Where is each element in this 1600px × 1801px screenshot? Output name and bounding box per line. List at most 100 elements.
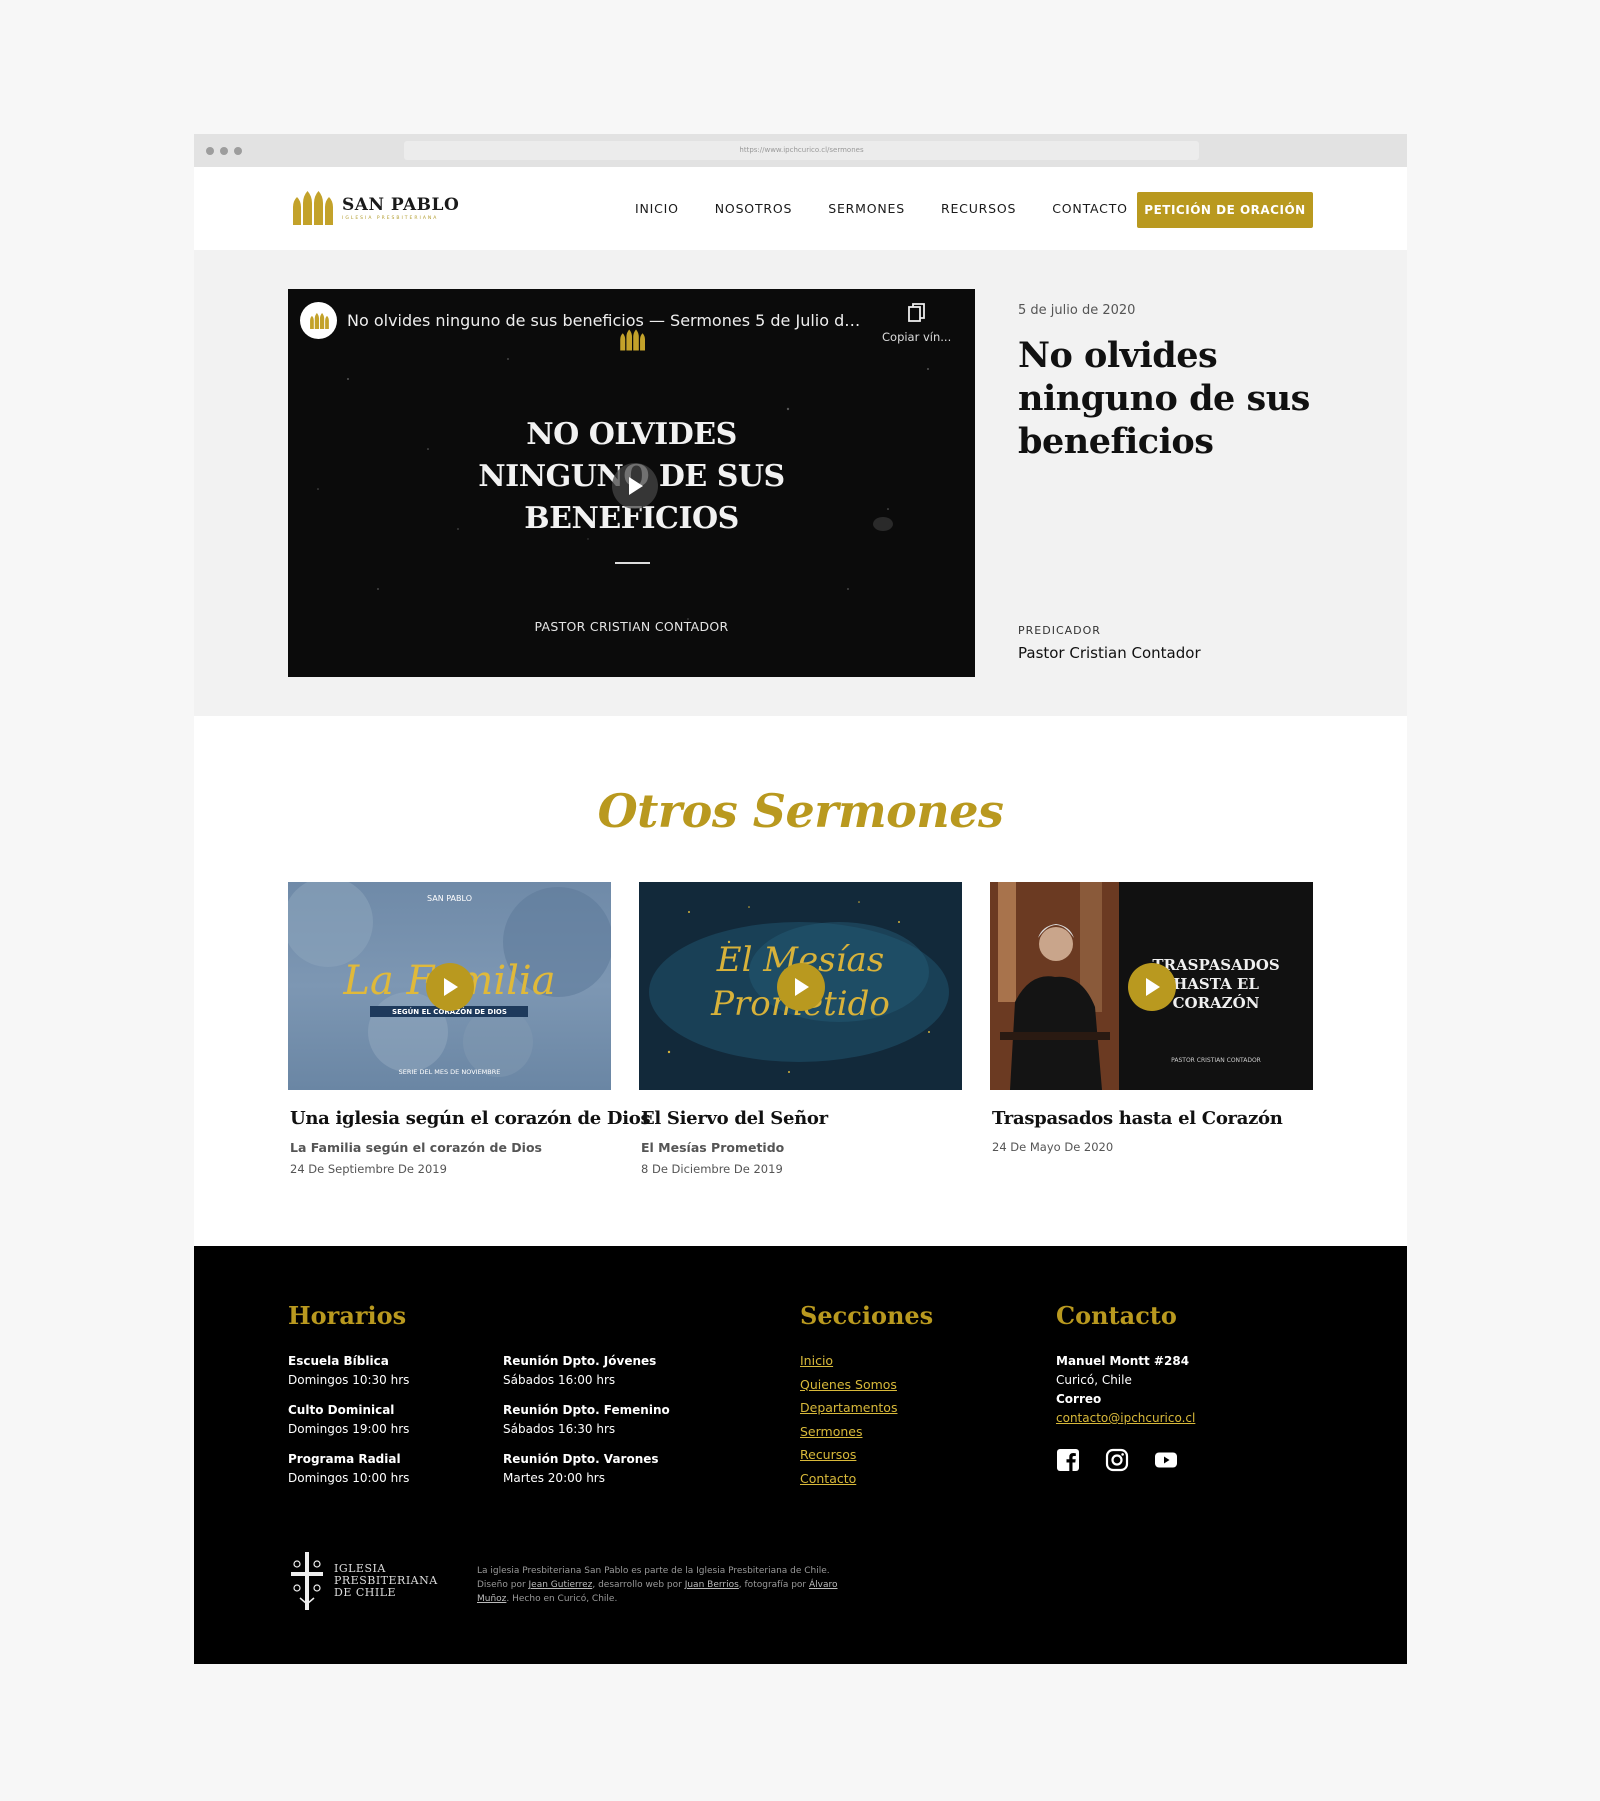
schedule-name: Reunión Dpto. Jóvenes (503, 1354, 657, 1368)
card-title[interactable]: El Siervo del Señor (641, 1108, 962, 1129)
credits-made: . Hecho en Curicó, Chile. (506, 1594, 618, 1604)
schedule-heading: Horarios (288, 1301, 407, 1330)
designer-link[interactable]: Jean Gutierrez (529, 1580, 593, 1590)
footer-link-contacto[interactable]: Contacto (800, 1470, 897, 1488)
video-logo-icon (620, 329, 645, 351)
contact-heading: Contacto (1056, 1301, 1177, 1330)
channel-avatar[interactable] (300, 302, 337, 339)
schedule-time: Martes 20:00 hrs (503, 1471, 605, 1485)
sermon-card[interactable]: TRASPASADOS HASTA EL CORAZÓN PASTOR CRIS… (990, 882, 1313, 1154)
schedule-name: Reunión Dpto. Varones (503, 1452, 659, 1466)
schedule-time: Domingos 10:30 hrs (288, 1373, 410, 1387)
social-links (1056, 1448, 1178, 1472)
other-sermons: Otros Sermones SAN PABLO La Familia SEGÚ… (194, 716, 1407, 1246)
sermon-title: No olvides ninguno de sus beneficios (1018, 335, 1310, 462)
schedule-item: Programa Radial Domingos 10:00 hrs (288, 1450, 409, 1488)
credits-dev: , desarrollo web por (592, 1580, 685, 1590)
play-icon (1146, 978, 1160, 996)
browser-chrome: https://www.ipchcurico.cl/sermones (194, 134, 1407, 167)
credits-line1: La iglesia Presbiteriana San Pablo es pa… (477, 1566, 830, 1576)
sermon-hero: No olvides ninguno de sus beneficios — S… (194, 250, 1407, 716)
cross-emblem-icon (291, 1552, 323, 1610)
developer-link[interactable]: Juan Berrios (685, 1580, 739, 1590)
footer-link-recursos[interactable]: Recursos (800, 1446, 897, 1464)
thumbnail-logo: SAN PABLO (427, 894, 472, 903)
video-title[interactable]: No olvides ninguno de sus beneficios — S… (347, 311, 867, 330)
thumbnail-foot: PASTOR CRISTIAN CONTADOR (1171, 1057, 1261, 1064)
card-date: 24 De Septiembre De 2019 (290, 1162, 447, 1176)
nav-inicio[interactable]: INICIO (635, 201, 679, 216)
sermon-thumbnail[interactable]: TRASPASADOS HASTA EL CORAZÓN PASTOR CRIS… (990, 882, 1313, 1090)
video-divider (615, 562, 650, 564)
sermon-date: 5 de julio de 2020 (1018, 303, 1136, 318)
play-icon (444, 978, 458, 996)
footer-link-sermones[interactable]: Sermones (800, 1423, 897, 1441)
logo-subtitle: IGLESIA PRESBITERIANA (342, 215, 439, 221)
other-sermons-title: Otros Sermones (597, 784, 1004, 838)
video-player[interactable]: No olvides ninguno de sus beneficios — S… (288, 289, 975, 677)
sermon-card[interactable]: SAN PABLO La Familia SEGÚN EL CORAZÓN DE… (288, 882, 651, 1176)
thumbnail-foot: SERIE DEL MES DE NOVIEMBRE (398, 1068, 501, 1076)
ipch-line3: DE CHILE (334, 1586, 397, 1599)
sermon-thumbnail[interactable]: El Mesías Prometido (639, 882, 962, 1090)
schedule-time: Domingos 10:00 hrs (288, 1471, 410, 1485)
card-play-button[interactable] (777, 963, 825, 1011)
url-bar[interactable]: https://www.ipchcurico.cl/sermones (404, 141, 1199, 160)
schedule-item: Reunión Dpto. Jóvenes Sábados 16:00 hrs (503, 1352, 656, 1390)
copy-link-label[interactable]: Copiar vín... (882, 330, 951, 344)
credits-photo: , fotografía por (738, 1580, 809, 1590)
sections-heading: Secciones (800, 1301, 934, 1330)
schedule-time: Sábados 16:30 hrs (503, 1422, 616, 1436)
play-button[interactable] (612, 463, 658, 509)
footer-links: Inicio Quienes Somos Departamentos Sermo… (800, 1352, 897, 1493)
card-title[interactable]: Traspasados hasta el Corazón (992, 1108, 1313, 1129)
preacher-name: Pastor Cristian Contador (1018, 644, 1201, 662)
credits-design: Diseño por (477, 1580, 529, 1590)
nav-sermones[interactable]: SERMONES (828, 201, 905, 216)
nav-contacto[interactable]: CONTACTO (1052, 201, 1128, 216)
minimize-dot-icon[interactable] (220, 147, 228, 155)
footer-link-quienes-somos[interactable]: Quienes Somos (800, 1376, 897, 1394)
church-logo-icon (293, 191, 333, 225)
nav-nosotros[interactable]: NOSOTROS (715, 201, 792, 216)
sermon-thumbnail[interactable]: SAN PABLO La Familia SEGÚN EL CORAZÓN DE… (288, 882, 611, 1090)
contact-email-link[interactable]: contacto@ipchcurico.cl (1056, 1411, 1195, 1425)
schedule-item: Reunión Dpto. Femenino Sábados 16:30 hrs (503, 1401, 670, 1439)
contact-info: Manuel Montt #284 Curicó, Chile Correo c… (1056, 1352, 1195, 1428)
schedule-item: Reunión Dpto. Varones Martes 20:00 hrs (503, 1450, 659, 1488)
video-pastor: PASTOR CRISTIAN CONTADOR (534, 619, 729, 634)
preacher-label: PREDICADOR (1018, 624, 1101, 637)
channel-logo-icon (309, 312, 329, 329)
main-nav: INICIO NOSOTROS SERMONES RECURSOS CONTAC… (635, 167, 1128, 250)
schedule-name: Programa Radial (288, 1452, 401, 1466)
copy-link-icon[interactable] (908, 303, 926, 323)
schedule-name: Culto Dominical (288, 1403, 395, 1417)
footer-link-departamentos[interactable]: Departamentos (800, 1399, 897, 1417)
nav-recursos[interactable]: RECURSOS (941, 201, 1016, 216)
footer-link-inicio[interactable]: Inicio (800, 1352, 897, 1370)
schedule-item: Escuela Bíblica Domingos 10:30 hrs (288, 1352, 409, 1390)
window-controls (206, 147, 242, 155)
card-title[interactable]: Una iglesia según el corazón de Dios (290, 1108, 651, 1129)
close-dot-icon[interactable] (206, 147, 214, 155)
logo-name: SAN PABLO (342, 194, 460, 215)
schedule-name: Reunión Dpto. Femenino (503, 1403, 670, 1417)
schedule-name: Escuela Bíblica (288, 1354, 389, 1368)
card-series: El Mesías Prometido (641, 1140, 785, 1155)
facebook-icon[interactable] (1056, 1448, 1080, 1472)
maximize-dot-icon[interactable] (234, 147, 242, 155)
schedule-time: Sábados 16:00 hrs (503, 1373, 616, 1387)
ipch-logo[interactable]: IGLESIA PRESBITERIANA DE CHILE (288, 1552, 438, 1610)
site-header: SAN PABLO IGLESIA PRESBITERIANA INICIO N… (194, 167, 1407, 250)
card-play-button[interactable] (1128, 963, 1176, 1011)
sermon-card[interactable]: El Mesías Prometido El Siervo del Señor … (639, 882, 962, 1176)
contact-email-label: Correo (1056, 1392, 1102, 1406)
instagram-icon[interactable] (1105, 1448, 1129, 1472)
prayer-request-button[interactable]: PETICIÓN DE ORACIÓN (1137, 192, 1313, 228)
footer-credits: La iglesia Presbiteriana San Pablo es pa… (477, 1564, 857, 1606)
schedule-time: Domingos 19:00 hrs (288, 1422, 410, 1436)
youtube-icon[interactable] (1154, 1448, 1178, 1472)
schedule-item: Culto Dominical Domingos 19:00 hrs (288, 1401, 409, 1439)
card-play-button[interactable] (426, 963, 474, 1011)
site-logo[interactable]: SAN PABLO IGLESIA PRESBITERIANA (291, 191, 459, 225)
